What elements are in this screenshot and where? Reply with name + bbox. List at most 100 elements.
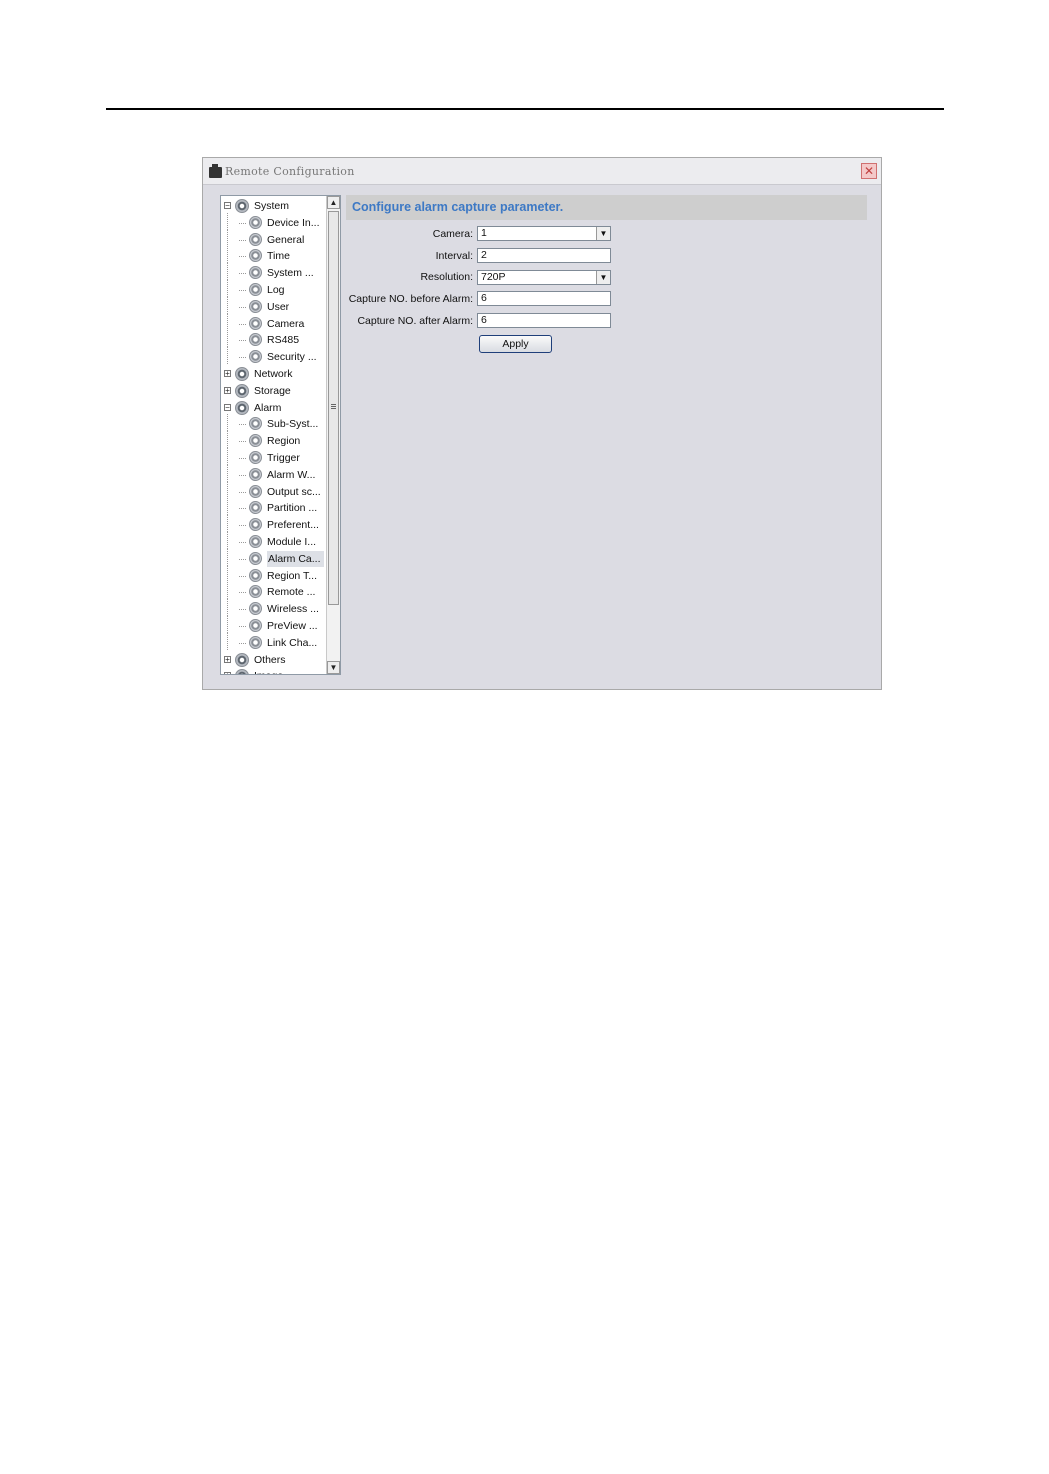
dropdown-arrow-icon[interactable]: ▼ [596, 227, 610, 240]
collapse-icon[interactable]: − [224, 403, 231, 411]
gear-icon [235, 400, 249, 415]
tree-connector [239, 458, 246, 459]
gear-icon [249, 568, 262, 582]
scroll-down-icon[interactable]: ▼ [327, 661, 340, 674]
tree-item-label: General [267, 233, 305, 246]
tree-item[interactable]: Alarm W... [221, 464, 327, 483]
tree-item[interactable]: Region T... [221, 565, 327, 584]
tree-item-label: Security ... [267, 351, 317, 364]
camera-value: 1 [481, 227, 487, 239]
tree-item-label: Network [254, 368, 293, 380]
tree-item-label: Storage [254, 384, 291, 397]
tree-connector [227, 582, 228, 600]
gear-icon [249, 316, 262, 330]
gear-icon [235, 669, 249, 674]
resolution-select[interactable]: 720P ▼ [477, 270, 611, 285]
tree-connector [239, 222, 246, 224]
tree-item[interactable]: RS485 [221, 330, 327, 348]
tree-item-label: Output sc... [267, 485, 321, 498]
tree-item-label: Alarm [254, 401, 282, 414]
panel-header-text: Configure alarm capture parameter. [352, 200, 564, 214]
tree-item[interactable]: PreView ... [221, 616, 327, 634]
tree-item[interactable]: General [221, 229, 327, 248]
tree-group-item[interactable]: + Network [221, 366, 327, 382]
tree-scrollbar[interactable]: ▲ ▼ [326, 196, 340, 674]
tree-connector [227, 296, 228, 314]
tree-item[interactable]: Remote ... [221, 582, 327, 600]
tree-item[interactable]: Partition ... [221, 498, 327, 516]
scroll-grip-icon [331, 404, 336, 405]
gear-icon [249, 299, 262, 313]
tree-connector [227, 515, 228, 533]
tree-item[interactable]: System ... [221, 263, 327, 281]
tree-item[interactable]: Alarm Ca... [221, 548, 327, 567]
gear-icon [249, 585, 262, 599]
tree-item[interactable]: Output sc... [221, 481, 327, 500]
tree-item[interactable]: Security ... [221, 347, 327, 365]
tree-connector [239, 424, 246, 426]
panel-header: Configure alarm capture parameter. [346, 195, 867, 220]
gear-icon [235, 367, 249, 381]
tree-connector [227, 414, 228, 432]
tree-connector [239, 508, 246, 510]
tree-connector [239, 323, 246, 325]
tree-group-item[interactable]: + Others [221, 652, 327, 668]
capture-before-input[interactable]: 6 [477, 291, 611, 306]
tree-item[interactable]: Module I... [221, 532, 327, 550]
tree-item-label: Region T... [267, 569, 318, 582]
gear-icon [249, 535, 262, 548]
resolution-value: 720P [481, 271, 506, 283]
gear-icon [235, 199, 249, 213]
tree-item-label: System ... [267, 267, 314, 280]
gear-icon [249, 350, 262, 364]
remote-configuration-window: Remote Configuration ✕ − System Device In.… [202, 157, 882, 690]
tree-item[interactable]: Sub-Syst... [221, 414, 327, 432]
dropdown-arrow-icon[interactable]: ▼ [596, 271, 610, 284]
tree-item[interactable]: Preferent... [221, 515, 327, 533]
tree-connector [227, 481, 228, 499]
tree-connector [239, 357, 246, 359]
expand-icon[interactable]: + [224, 370, 231, 378]
tree-item-label: Module I... [267, 536, 317, 548]
tree-item[interactable]: Wireless ... [221, 599, 327, 617]
expand-icon[interactable]: + [224, 655, 231, 663]
tree-item-label: Remote ... [267, 586, 316, 599]
tree-connector [227, 599, 228, 617]
tree-connector [239, 575, 246, 577]
tree-connector [227, 464, 228, 482]
tree-item-label: Preferent... [267, 519, 319, 532]
tree-connector [227, 246, 228, 264]
tree-item[interactable]: Region [221, 431, 327, 449]
camera-select[interactable]: 1 ▼ [477, 226, 611, 241]
scroll-thumb[interactable] [328, 211, 339, 605]
tree-item-label: PreView ... [267, 620, 318, 632]
tree-connector [239, 239, 246, 241]
tree-item-label: Alarm W... [267, 468, 316, 481]
tree-item[interactable]: Link Cha... [221, 632, 327, 651]
gear-icon [249, 551, 262, 565]
collapse-icon[interactable]: − [224, 202, 231, 210]
tree-group-item[interactable]: + Storage [221, 383, 327, 399]
tree-connector [239, 542, 246, 543]
interval-input[interactable]: 2 [477, 248, 611, 263]
tree-item[interactable]: Device In... [221, 212, 327, 231]
tree-item[interactable]: Trigger [221, 448, 327, 466]
scroll-up-icon[interactable]: ▲ [327, 196, 340, 209]
tree-item-label: User [267, 300, 290, 313]
gear-icon [249, 518, 262, 532]
tree-connector [227, 431, 228, 449]
tree-group-item[interactable]: − Alarm [221, 400, 327, 416]
tree-group-item[interactable]: − System [221, 198, 327, 214]
expand-icon[interactable]: + [224, 386, 231, 394]
gear-icon [235, 652, 249, 667]
tree-connector [227, 565, 228, 583]
tree-group-item[interactable]: + Image [221, 668, 327, 674]
tree-connector [239, 626, 246, 627]
config-tree: − System Device In... General Time System ...… [220, 195, 341, 675]
expand-icon[interactable]: + [224, 672, 231, 674]
capture-after-input[interactable]: 6 [477, 313, 611, 328]
apply-button[interactable]: Apply [479, 335, 552, 353]
title-bar: Remote Configuration ✕ [203, 158, 881, 185]
close-icon[interactable]: ✕ [861, 163, 877, 179]
tree-item[interactable]: Time [221, 246, 327, 264]
